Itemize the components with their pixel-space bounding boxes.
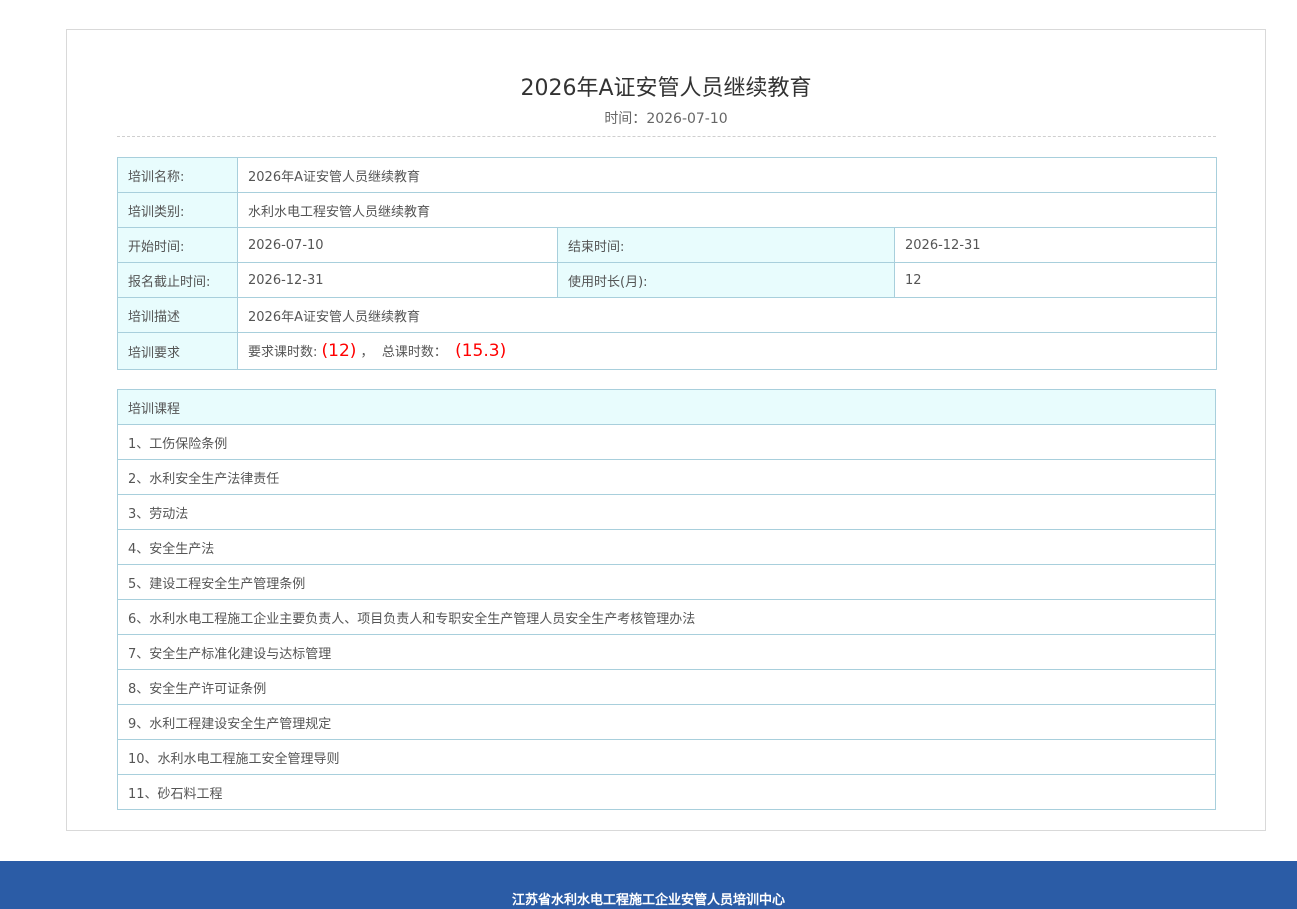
course-item[interactable]: 7、安全生产标准化建设与达标管理 xyxy=(117,634,1216,670)
end-time-value: 2026-12-31 xyxy=(894,227,1217,263)
course-row: 9、水利工程建设安全生产管理规定 xyxy=(117,704,1216,740)
course-row: 4、安全生产法 xyxy=(117,529,1216,565)
start-time-value: 2026-07-10 xyxy=(237,227,558,263)
training-detail-card: 2026年A证安管人员继续教育 时间：2026-07-10 培训名称: 2026… xyxy=(66,29,1266,831)
required-hours-label: 要求课时数: xyxy=(248,345,322,360)
publish-date: 时间：2026-07-10 xyxy=(67,108,1265,128)
course-row: 6、水利水电工程施工企业主要负责人、项目负责人和专职安全生产管理人员安全生产考核… xyxy=(117,599,1216,635)
deadline-value: 2026-12-31 xyxy=(237,262,558,298)
dashed-divider xyxy=(117,136,1216,137)
course-row: 2、水利安全生产法律责任 xyxy=(117,459,1216,495)
requirement-label: 培训要求 xyxy=(117,332,238,370)
course-list-table: 培训课程 1、工伤保险条例 2、水利安全生产法律责任 3、劳动法 4、安全生产法… xyxy=(117,389,1216,810)
course-item[interactable]: 9、水利工程建设安全生产管理规定 xyxy=(117,704,1216,740)
training-category-value: 水利水电工程安管人员继续教育 xyxy=(237,192,1217,228)
start-time-label: 开始时间: xyxy=(117,227,238,263)
description-label: 培训描述 xyxy=(117,297,238,333)
course-row: 8、安全生产许可证条例 xyxy=(117,669,1216,705)
deadline-label: 报名截止时间: xyxy=(117,262,238,298)
course-row: 10、水利水电工程施工安全管理导则 xyxy=(117,739,1216,775)
row-description: 培训描述 2026年A证安管人员继续教育 xyxy=(117,297,1217,333)
total-hours-label: ， 总课时数： xyxy=(356,345,456,360)
course-item[interactable]: 5、建设工程安全生产管理条例 xyxy=(117,564,1216,600)
footer-org-name: 江苏省水利水电工程施工企业安管人员培训中心 xyxy=(511,893,785,908)
total-hours-value: (15.3) xyxy=(455,341,507,361)
page-title: 2026年A证安管人员继续教育 xyxy=(520,76,812,101)
course-item[interactable]: 1、工伤保险条例 xyxy=(117,424,1216,460)
course-item[interactable]: 6、水利水电工程施工企业主要负责人、项目负责人和专职安全生产管理人员安全生产考核… xyxy=(117,599,1216,635)
course-row: 5、建设工程安全生产管理条例 xyxy=(117,564,1216,600)
row-training-category: 培训类别: 水利水电工程安管人员继续教育 xyxy=(117,192,1217,228)
course-item[interactable]: 3、劳动法 xyxy=(117,494,1216,530)
training-name-label: 培训名称: xyxy=(117,157,238,193)
course-list-header: 培训课程 xyxy=(117,389,1216,425)
course-item[interactable]: 11、砂石料工程 xyxy=(117,774,1216,810)
training-name-value: 2026年A证安管人员继续教育 xyxy=(237,157,1217,193)
site-footer: 江苏省水利水电工程施工企业安管人员培训中心 xyxy=(0,861,1297,909)
row-requirement: 培训要求 要求课时数: (12) ， 总课时数： (15.3) xyxy=(117,332,1217,370)
course-row: 3、劳动法 xyxy=(117,494,1216,530)
end-time-label: 结束时间: xyxy=(557,227,895,263)
duration-label: 使用时长(月): xyxy=(557,262,895,298)
training-info-table: 培训名称: 2026年A证安管人员继续教育 培训类别: 水利水电工程安管人员继续… xyxy=(117,157,1217,370)
required-hours-value: (12) xyxy=(321,341,357,361)
row-deadline: 报名截止时间: 2026-12-31 使用时长(月): 12 xyxy=(117,262,1217,298)
row-dates: 开始时间: 2026-07-10 结束时间: 2026-12-31 xyxy=(117,227,1217,263)
course-row: 11、砂石料工程 xyxy=(117,774,1216,810)
requirement-value: 要求课时数: (12) ， 总课时数： (15.3) xyxy=(237,332,1217,370)
row-training-name: 培训名称: 2026年A证安管人员继续教育 xyxy=(117,157,1217,193)
course-item[interactable]: 2、水利安全生产法律责任 xyxy=(117,459,1216,495)
description-value: 2026年A证安管人员继续教育 xyxy=(237,297,1217,333)
course-row: 7、安全生产标准化建设与达标管理 xyxy=(117,634,1216,670)
course-item[interactable]: 4、安全生产法 xyxy=(117,529,1216,565)
course-row: 1、工伤保险条例 xyxy=(117,424,1216,460)
course-list-header-row: 培训课程 xyxy=(117,389,1216,425)
course-item[interactable]: 8、安全生产许可证条例 xyxy=(117,669,1216,705)
course-item[interactable]: 10、水利水电工程施工安全管理导则 xyxy=(117,739,1216,775)
date-value: 2026-07-10 xyxy=(646,111,728,127)
training-category-label: 培训类别: xyxy=(117,192,238,228)
duration-value: 12 xyxy=(894,262,1217,298)
date-label: 时间： xyxy=(604,111,647,127)
